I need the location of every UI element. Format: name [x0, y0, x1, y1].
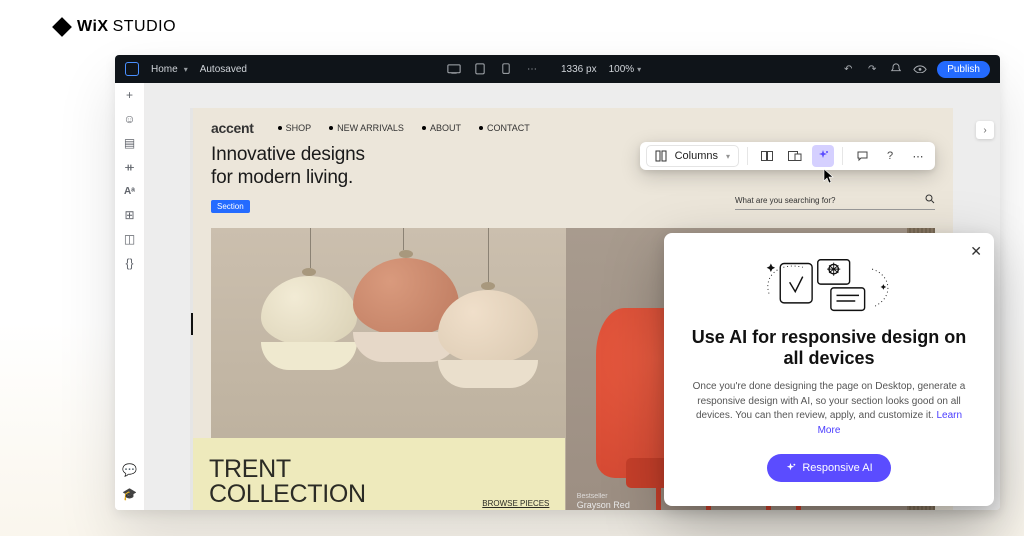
page-label: Home	[151, 64, 178, 75]
bestseller-caption: Bestseller Grayson Red	[577, 493, 630, 510]
preview-eye-icon[interactable]	[913, 62, 927, 76]
learn-icon[interactable]: 🎓	[124, 488, 136, 500]
pages-icon[interactable]: ▤	[124, 137, 136, 149]
nav-contact[interactable]: CONTACT	[479, 123, 530, 133]
element-toolbar: Columns ▾	[640, 142, 935, 170]
left-rail: + ☺ ▤ ᚑ Aᵃ ⊞ ◫ {} 💬 🎓	[115, 83, 145, 510]
code-icon[interactable]: {}	[124, 257, 136, 269]
site-brand[interactable]: accent	[211, 120, 254, 136]
layout-selector[interactable]: Columns ▾	[646, 145, 739, 167]
help-icon[interactable]: ?	[879, 145, 901, 167]
top-bar: Home ▾ Autosaved ⋯ 1336 px 100%▾ ↶ ↷	[115, 55, 1000, 83]
bell-icon[interactable]	[889, 62, 903, 76]
apps-icon[interactable]: ⊞	[124, 209, 136, 221]
popover-illustration	[690, 255, 968, 317]
canvas-width: 1336 px	[561, 64, 597, 75]
more-icon[interactable]: ⋯	[907, 145, 929, 167]
site-search[interactable]: What are you searching for?	[735, 192, 935, 210]
breakpoint-indicator[interactable]: ›	[976, 121, 994, 139]
browse-link[interactable]: BROWSE PIECES	[482, 499, 549, 508]
responsive-ai-popover: ✕ Use AI for responsive design on all de…	[664, 233, 994, 506]
close-icon[interactable]: ✕	[970, 243, 982, 260]
cms-icon[interactable]: ◫	[124, 233, 136, 245]
section-chip[interactable]: Section	[211, 200, 250, 213]
zoom-level[interactable]: 100%▾	[609, 64, 642, 75]
logo-mark	[52, 17, 72, 37]
site-structure-icon[interactable]: ᚑ	[124, 161, 136, 173]
layout-responsive-icon[interactable]	[784, 145, 806, 167]
desktop-breakpoint-icon[interactable]	[447, 62, 461, 76]
add-icon[interactable]: +	[124, 89, 136, 101]
ai-sparkle-icon[interactable]	[812, 145, 834, 167]
popover-body: Once you're done designing the page on D…	[690, 380, 968, 438]
wix-studio-logo: WiX STUDIO	[55, 18, 176, 36]
search-icon	[925, 194, 935, 206]
chevron-down-icon: ▾	[726, 152, 730, 161]
collection-band[interactable]: TRENTCOLLECTION BROWSE PIECES	[193, 438, 565, 510]
sparkle-icon	[785, 463, 796, 474]
page-selector[interactable]: Home ▾	[151, 64, 188, 75]
nav-about[interactable]: ABOUT	[422, 123, 461, 133]
typography-icon[interactable]: Aᵃ	[124, 185, 136, 197]
search-placeholder: What are you searching for?	[735, 196, 836, 205]
comments-icon[interactable]: 💬	[124, 464, 136, 476]
mobile-breakpoint-icon[interactable]	[499, 62, 513, 76]
autosave-status: Autosaved	[200, 64, 247, 75]
app-menu-icon[interactable]	[125, 62, 139, 76]
site-header: accent SHOP NEW ARRIVALS ABOUT CONTACT	[193, 108, 953, 142]
comment-icon[interactable]	[851, 145, 873, 167]
chevron-down-icon: ▾	[184, 65, 188, 74]
undo-icon[interactable]: ↶	[841, 62, 855, 76]
redo-icon[interactable]: ↷	[865, 62, 879, 76]
layers-icon[interactable]: ☺	[124, 113, 136, 125]
more-breakpoints-icon[interactable]: ⋯	[525, 62, 539, 76]
layout-split-icon[interactable]	[756, 145, 778, 167]
nav-shop[interactable]: SHOP	[278, 123, 312, 133]
logo-text-wix: WiX	[77, 18, 109, 36]
responsive-ai-button[interactable]: Responsive AI	[767, 454, 890, 482]
logo-text-studio: STUDIO	[113, 18, 176, 36]
popover-title: Use AI for responsive design on all devi…	[690, 327, 968, 370]
tablet-breakpoint-icon[interactable]	[473, 62, 487, 76]
nav-new[interactable]: NEW ARRIVALS	[329, 123, 404, 133]
publish-button[interactable]: Publish	[937, 61, 990, 78]
toolbar-columns-label: Columns	[675, 150, 718, 162]
collection-title: TRENTCOLLECTION	[209, 457, 366, 508]
columns-icon	[655, 150, 667, 162]
